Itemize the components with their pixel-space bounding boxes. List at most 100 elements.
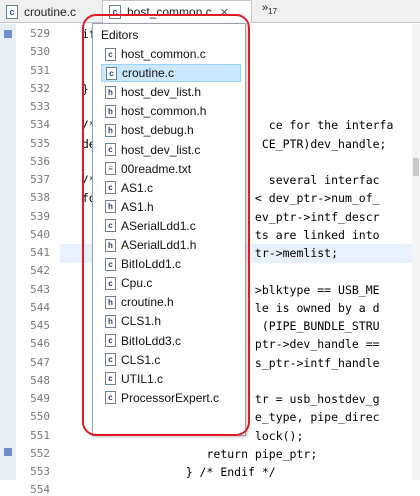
editor-list-item[interactable]: c host_dev_list.c bbox=[101, 141, 241, 159]
bookmark-marker bbox=[4, 448, 12, 456]
editor-list-item-label: BitIoLdd1.c bbox=[121, 257, 182, 272]
c-file-icon: c bbox=[105, 181, 116, 195]
editor-list-item[interactable]: c UTIL1.c bbox=[101, 370, 241, 388]
code-line: return pipe_ptr; bbox=[68, 446, 318, 461]
line-number: 551 bbox=[30, 428, 50, 442]
h-file-icon: h bbox=[105, 295, 116, 309]
h-file-icon: h bbox=[105, 123, 116, 137]
editors-quick-switch-popup: Editors c host_common.c c croutine.c h host_d… bbox=[92, 23, 246, 436]
line-number: 553 bbox=[30, 465, 50, 478]
editor-list-item[interactable]: h host_common.h bbox=[101, 102, 241, 120]
editor-list-item[interactable]: c ASerialLdd1.c bbox=[101, 217, 241, 235]
line-number: 538 bbox=[30, 191, 50, 205]
c-file-icon: c bbox=[105, 257, 116, 271]
line-number: 532 bbox=[30, 81, 50, 95]
line-number: 548 bbox=[30, 373, 50, 387]
editor-list-item-label: host_dev_list.h bbox=[121, 85, 202, 100]
editor-tab-bar: c croutine.c c host_common.c ✕ »17 bbox=[0, 0, 420, 23]
editor-list-item-label: ASerialLdd1.h bbox=[121, 238, 197, 252]
line-number: 541 bbox=[30, 246, 50, 259]
close-icon[interactable]: ✕ bbox=[220, 6, 229, 19]
line-number: 530 bbox=[30, 45, 50, 59]
editor-list-item[interactable]: c BitIoLdd1.c bbox=[101, 255, 241, 273]
tab-overflow-button[interactable]: »17 bbox=[262, 2, 277, 16]
line-number: 549 bbox=[30, 392, 50, 405]
editor-list-item[interactable]: c CLS1.c bbox=[101, 351, 241, 369]
editor-list-item-label: ASerialLdd1.c bbox=[121, 218, 196, 233]
c-file-icon: c bbox=[105, 219, 116, 233]
line-number: 547 bbox=[30, 355, 50, 369]
editor-list-item[interactable]: h host_dev_list.h bbox=[101, 83, 241, 101]
editor-list-item[interactable]: h AS1.h bbox=[101, 198, 241, 216]
editor-list-item[interactable]: c croutine.c bbox=[101, 64, 241, 83]
editor-list-item-label: CLS1.c bbox=[121, 352, 161, 367]
c-file-icon: c bbox=[105, 47, 116, 61]
line-number: 535 bbox=[30, 136, 50, 150]
editor-list-item[interactable]: h croutine.h bbox=[101, 293, 241, 311]
c-file-icon: c bbox=[105, 372, 116, 386]
c-file-icon: c bbox=[109, 5, 121, 19]
c-file-icon: c bbox=[105, 391, 116, 405]
annotation-gutter bbox=[0, 24, 16, 480]
c-file-icon: c bbox=[105, 353, 116, 367]
editor-list-item[interactable]: h CLS1.h bbox=[101, 312, 241, 330]
h-file-icon: h bbox=[105, 104, 116, 118]
code-line: } /* Endif */ bbox=[68, 465, 276, 479]
line-number: 540 bbox=[30, 227, 50, 241]
tab-host-common[interactable]: c host_common.c ✕ bbox=[102, 0, 252, 23]
bookmark-marker bbox=[4, 30, 12, 38]
tab-croutine[interactable]: c croutine.c bbox=[2, 0, 102, 23]
editor-list-item[interactable]: h ASerialLdd1.h bbox=[101, 236, 241, 254]
editor-list-item-label: UTIL1.c bbox=[121, 371, 164, 386]
editor-list-item-label: AS1.c bbox=[121, 180, 154, 195]
editor-list-item[interactable]: c host_common.c bbox=[101, 45, 241, 63]
editor-list-item-label: host_dev_list.c bbox=[121, 142, 201, 157]
editor-list-item-label: CLS1.h bbox=[121, 314, 162, 329]
c-file-icon: c bbox=[105, 334, 116, 347]
editor-list-item[interactable]: ≡ 00readme.txt bbox=[101, 160, 241, 178]
line-number: 543 bbox=[30, 282, 50, 296]
tab-label: host_common.c bbox=[127, 5, 212, 19]
c-file-icon: c bbox=[105, 276, 116, 290]
editor-list-item-label: AS1.h bbox=[121, 199, 154, 214]
line-number: 554 bbox=[30, 483, 50, 496]
editor-list-item-label: Cpu.c bbox=[121, 276, 153, 291]
h-file-icon: h bbox=[105, 314, 116, 328]
line-number-ruler: 529 530 531 532 533 534 535 536 537 538 539 540 541 5… bbox=[16, 24, 60, 496]
line-number: 545 bbox=[30, 319, 50, 332]
editor-list-item[interactable]: h host_debug.h bbox=[101, 121, 241, 139]
overflow-count: 17 bbox=[268, 7, 278, 17]
c-file-icon: c bbox=[106, 66, 117, 80]
h-file-icon: h bbox=[105, 200, 116, 214]
line-number: 536 bbox=[30, 154, 50, 168]
line-number: 544 bbox=[30, 300, 50, 314]
editor-list-item[interactable]: c Cpu.c bbox=[101, 274, 241, 292]
tab-label: croutine.c bbox=[24, 4, 77, 19]
editor-list-item[interactable]: c AS1.c bbox=[101, 179, 241, 197]
editor-list-item[interactable]: c BitIoLdd3.c bbox=[101, 332, 241, 350]
h-file-icon: h bbox=[105, 85, 116, 99]
line-number: 537 bbox=[30, 173, 50, 186]
text-file-icon: ≡ bbox=[105, 162, 116, 176]
overview-marker bbox=[413, 158, 419, 176]
editor-list-item[interactable]: c ProcessorExpert.c bbox=[101, 389, 241, 407]
editor-list-item-label: BitIoLdd3.c bbox=[121, 333, 182, 348]
line-number: 542 bbox=[30, 264, 50, 278]
overview-ruler[interactable] bbox=[412, 24, 420, 480]
editor-list-item-label: 00readme.txt bbox=[121, 161, 192, 176]
line-number: 533 bbox=[30, 100, 50, 113]
editor-list-item-label: croutine.c bbox=[122, 66, 175, 81]
line-number: 531 bbox=[30, 63, 50, 77]
editor-list-item-label: host_common.c bbox=[121, 47, 206, 61]
line-number: 539 bbox=[30, 209, 50, 223]
editor-list-item-label: host_debug.h bbox=[121, 123, 194, 138]
editor-list-item-label: host_common.h bbox=[121, 104, 207, 119]
editor-list-item-label: ProcessorExpert.c bbox=[121, 390, 220, 405]
line-number: 546 bbox=[30, 337, 50, 351]
h-file-icon: h bbox=[105, 238, 116, 252]
line-number: 534 bbox=[30, 118, 50, 132]
c-file-icon: c bbox=[6, 4, 18, 19]
line-number: 550 bbox=[30, 410, 50, 424]
editor-list-item-label: croutine.h bbox=[121, 295, 174, 310]
line-number: 529 bbox=[30, 27, 50, 40]
